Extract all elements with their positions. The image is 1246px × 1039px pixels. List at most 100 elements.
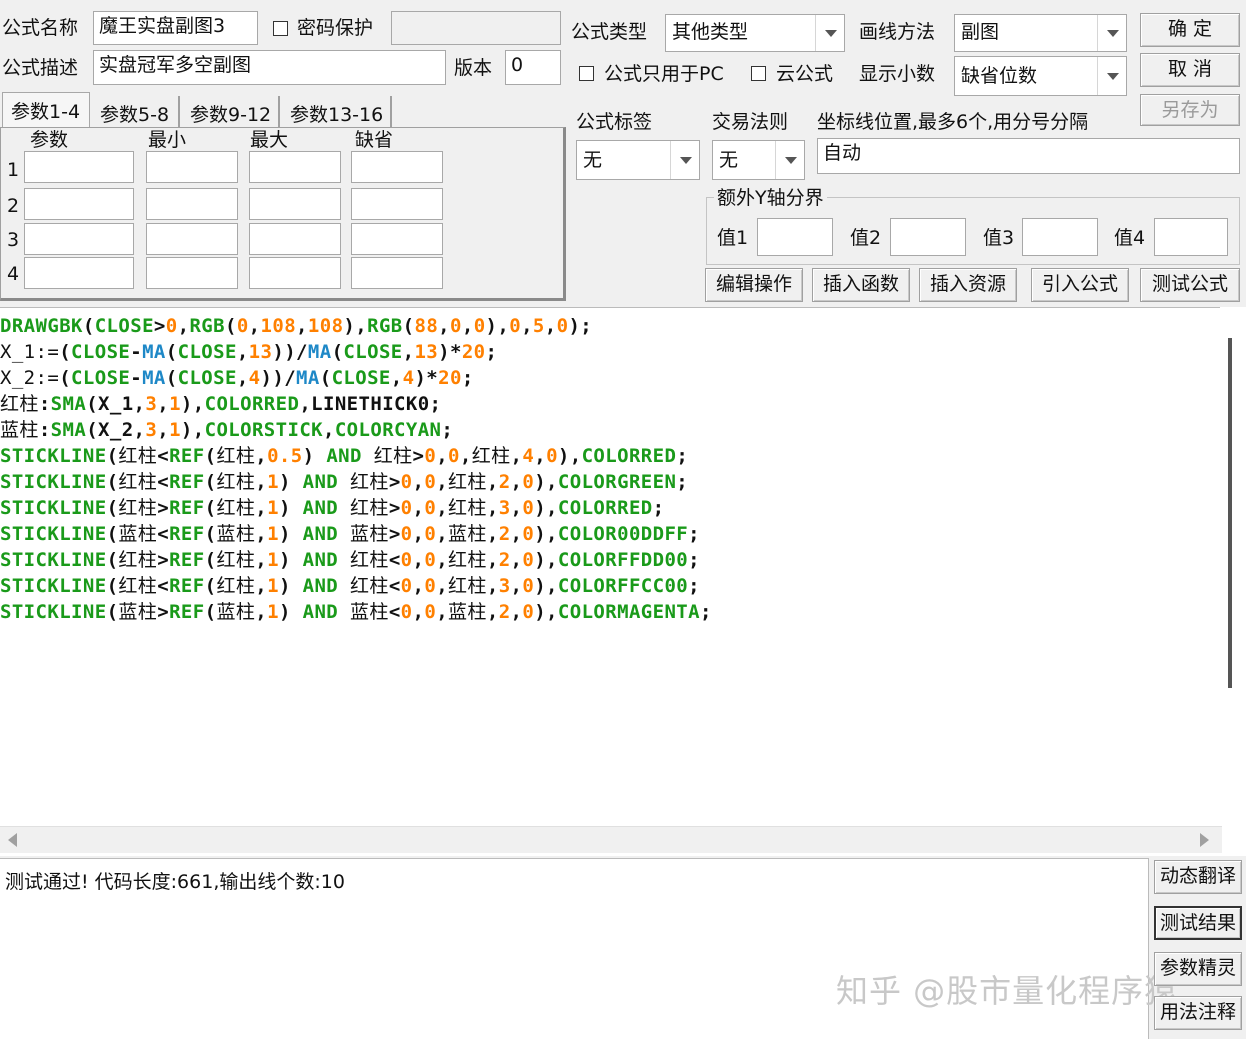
code-token: 4 (248, 367, 261, 389)
code-line[interactable]: STICKLINE(蓝柱<REF(蓝柱,1) AND 蓝柱>0,0,蓝柱,2,0… (0, 521, 712, 547)
insert-resource-button[interactable]: 插入资源 (919, 268, 1017, 302)
save-as-button: 另存为 (1140, 94, 1240, 126)
vertical-scroll-thumb[interactable] (1228, 338, 1232, 688)
code-line[interactable]: STICKLINE(红柱<REF(红柱,1) AND 红柱>0,0,红柱,2,0… (0, 469, 712, 495)
password-input[interactable] (391, 11, 561, 45)
password-checkbox[interactable] (273, 21, 288, 36)
tab-params-13-16[interactable]: 参数13-16 (282, 96, 392, 128)
code-token: 0 (400, 601, 413, 623)
formula-type-select[interactable]: 其他类型 (665, 14, 845, 52)
code-token: DRAWGBK (0, 315, 83, 337)
tab-params-5-8[interactable]: 参数5-8 (92, 96, 180, 128)
chevron-down-icon[interactable] (775, 141, 804, 179)
param-4-max-input[interactable] (249, 257, 341, 289)
param-wizard-button[interactable]: 参数精灵 (1154, 952, 1242, 986)
code-line[interactable]: STICKLINE(红柱>REF(红柱,1) AND 红柱<0,0,红柱,2,0… (0, 547, 712, 573)
code-token: ))/ (260, 367, 297, 389)
horizontal-scrollbar[interactable] (0, 826, 1222, 853)
tab-params-9-12[interactable]: 参数9-12 (182, 96, 280, 128)
usage-notes-button[interactable]: 用法注释 (1154, 996, 1242, 1030)
code-token: 1 (169, 393, 181, 415)
code-token: 20 (438, 367, 462, 389)
code-editor[interactable]: DRAWGBK(CLOSE>0,RGB(0,108,108),RGB(88,0,… (0, 307, 1246, 856)
code-token: CLOSE (177, 367, 237, 389)
code-line[interactable]: STICKLINE(红柱>REF(红柱,1) AND 红柱>0,0,红柱,3,0… (0, 495, 712, 521)
code-line[interactable]: 蓝柱:SMA(X_2,3,1),COLORSTICK,COLORCYAN; (0, 417, 712, 443)
chevron-down-icon[interactable] (815, 15, 844, 51)
formula-tag-select[interactable]: 无 (576, 140, 700, 180)
chevron-down-icon[interactable] (670, 141, 699, 179)
extra-y-3-input[interactable] (1022, 218, 1098, 256)
param-1-name-input[interactable] (24, 151, 134, 183)
code-token: < (157, 575, 170, 597)
param-4-default-input[interactable] (351, 257, 443, 289)
code-token: 0 (400, 549, 413, 571)
code-content[interactable]: DRAWGBK(CLOSE>0,RGB(0,108,108),RGB(88,0,… (0, 313, 712, 625)
cloud-checkbox[interactable] (751, 66, 766, 81)
code-token: 红柱 (350, 549, 389, 571)
code-token: MA (296, 367, 320, 389)
param-3-name-input[interactable] (24, 223, 134, 255)
ok-button[interactable]: 确 定 (1140, 13, 1240, 47)
code-token: ( (106, 601, 119, 623)
extra-y-2-input[interactable] (890, 218, 966, 256)
test-result-button[interactable]: 测试结果 (1154, 906, 1242, 940)
chevron-down-icon[interactable] (1097, 15, 1126, 51)
code-token: 20 (461, 341, 486, 363)
tab-params-1-4[interactable]: 参数1-4 (2, 92, 90, 128)
decimals-select[interactable]: 缺省位数 (954, 56, 1127, 96)
chevron-down-icon[interactable] (1097, 57, 1126, 95)
param-1-default-input[interactable] (351, 151, 443, 183)
code-token: , (436, 575, 449, 597)
code-token: 蓝柱 (216, 601, 256, 623)
test-formula-button[interactable]: 测试公式 (1140, 268, 1240, 302)
scroll-right-icon[interactable] (1200, 833, 1209, 847)
version-input[interactable]: 0 (505, 50, 561, 85)
code-token: ), (534, 575, 558, 597)
code-token: X_2:= (0, 367, 60, 389)
extra-y-1-input[interactable] (757, 218, 833, 256)
param-3-default-input[interactable] (351, 223, 443, 255)
param-3-max-input[interactable] (249, 223, 341, 255)
param-3-min-input[interactable] (146, 223, 238, 255)
extra-y-4-input[interactable] (1154, 218, 1228, 256)
draw-method-select[interactable]: 副图 (954, 14, 1127, 52)
coord-input[interactable]: 自动 (817, 138, 1240, 174)
param-4-name-input[interactable] (24, 257, 134, 289)
code-line[interactable]: STICKLINE(红柱<REF(红柱,0.5) AND 红柱>0,0,红柱,4… (0, 443, 712, 469)
scroll-left-icon[interactable] (8, 833, 17, 847)
code-line[interactable]: DRAWGBK(CLOSE>0,RGB(0,108,108),RGB(88,0,… (0, 313, 712, 339)
code-token: 红柱 (373, 445, 413, 467)
code-token: , (486, 601, 499, 623)
dynamic-translate-button[interactable]: 动态翻译 (1154, 860, 1242, 894)
param-2-default-input[interactable] (351, 188, 443, 220)
code-line[interactable]: STICKLINE(蓝柱>REF(蓝柱,1) AND 蓝柱<0,0,蓝柱,2,0… (0, 599, 712, 625)
param-1-min-input[interactable] (146, 151, 238, 183)
formula-desc-input[interactable]: 实盘冠军多空副图 (93, 50, 446, 85)
code-token: 0 (450, 315, 462, 337)
param-2-max-input[interactable] (249, 188, 341, 220)
cancel-button[interactable]: 取 消 (1140, 53, 1240, 87)
code-line[interactable]: 红柱:SMA(X_1,3,1),COLORRED,LINETHICK0; (0, 391, 712, 417)
formula-name-input[interactable]: 魔王实盘副图3 (93, 11, 258, 45)
trade-rule-label: 交易法则 (712, 111, 789, 133)
insert-function-button[interactable]: 插入函数 (812, 268, 910, 302)
code-token: 13 (414, 341, 439, 363)
code-token: , (486, 575, 499, 597)
param-1-max-input[interactable] (249, 151, 341, 183)
param-2-min-input[interactable] (146, 188, 238, 220)
code-line[interactable]: X_2:=(CLOSE-MA(CLOSE,4))/MA(CLOSE,4)*20; (0, 365, 712, 391)
code-token: 0 (473, 315, 486, 337)
code-line[interactable]: STICKLINE(红柱<REF(红柱,1) AND 红柱<0,0,红柱,3,0… (0, 573, 712, 599)
code-token: , (412, 575, 425, 597)
vertical-scrollbar[interactable] (1220, 307, 1246, 827)
import-formula-button[interactable]: 引入公式 (1031, 268, 1129, 302)
param-2-name-input[interactable] (24, 188, 134, 220)
pc-only-checkbox[interactable] (579, 66, 594, 81)
code-token: , (255, 575, 268, 597)
code-line[interactable]: X_1:=(CLOSE-MA(CLOSE,13))/MA(CLOSE,13)*2… (0, 339, 712, 365)
edit-ops-button[interactable]: 编辑操作 (705, 268, 803, 302)
param-4-min-input[interactable] (146, 257, 238, 289)
trade-rule-select[interactable]: 无 (712, 140, 805, 180)
code-token: , (510, 601, 523, 623)
